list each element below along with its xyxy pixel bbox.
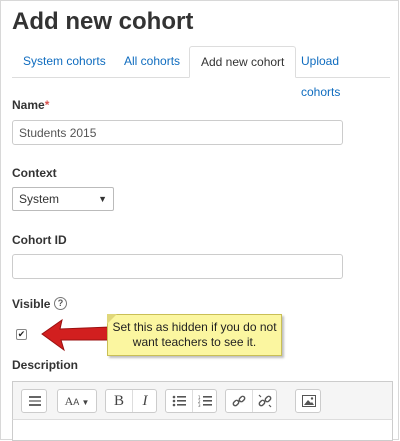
context-selected-value: System xyxy=(19,192,60,206)
name-input[interactable] xyxy=(12,120,343,145)
callout-line-2: want teachers to see it. xyxy=(132,335,257,349)
link-icon[interactable] xyxy=(226,390,252,412)
required-marker: * xyxy=(44,98,50,112)
name-label: Name xyxy=(12,98,45,112)
image-icon[interactable] xyxy=(296,390,322,412)
context-label: Context xyxy=(12,166,57,180)
editor-toolbar: AA ▼ B I 1 2 3 xyxy=(12,381,393,419)
unordered-list-icon[interactable] xyxy=(166,390,192,412)
chevron-down-icon: ▼ xyxy=(98,194,107,204)
visible-label: Visible xyxy=(12,297,51,311)
italic-icon[interactable]: I xyxy=(132,390,158,412)
tab-system-cohorts[interactable]: System cohorts xyxy=(12,46,117,77)
unlink-icon[interactable] xyxy=(252,390,278,412)
tab-all-cohorts[interactable]: All cohorts xyxy=(113,46,191,77)
callout-note: Set this as hidden if you do not want te… xyxy=(107,314,282,356)
svg-text:3: 3 xyxy=(198,403,201,407)
callout-line-1: Set this as hidden if you do not xyxy=(112,320,277,334)
chevron-down-icon: ▼ xyxy=(79,398,90,407)
page-title: Add new cohort xyxy=(12,8,194,35)
tab-bar: System cohorts All cohorts Add new cohor… xyxy=(12,46,390,99)
tab-upload-cohorts[interactable]: Upload cohorts xyxy=(290,46,390,99)
toolbar-group-lists: 1 2 3 xyxy=(165,389,217,413)
font-style-icon[interactable]: AA ▼ xyxy=(58,390,96,412)
callout-fold xyxy=(107,314,117,324)
ordered-list-icon[interactable]: 1 2 3 xyxy=(192,390,218,412)
font-label: A xyxy=(64,394,74,408)
name-label-row: Name* xyxy=(12,98,49,112)
toolbar-group-links xyxy=(225,389,277,413)
toolbar-group-toggle xyxy=(21,389,47,413)
tab-add-new-cohort[interactable]: Add new cohort xyxy=(189,46,297,78)
help-icon[interactable]: ? xyxy=(54,297,67,310)
context-select[interactable]: System ▼ xyxy=(12,187,114,211)
toolbar-group-font: AA ▼ xyxy=(57,389,97,413)
toolbar-group-media xyxy=(295,389,321,413)
bold-icon[interactable]: B xyxy=(106,390,132,412)
description-editor[interactable] xyxy=(12,419,393,441)
visible-checkbox[interactable]: ✔ xyxy=(16,329,27,340)
cohort-id-label: Cohort ID xyxy=(12,233,67,247)
callout-arrow-icon xyxy=(41,318,111,352)
toolbar-toggle-icon[interactable] xyxy=(22,390,48,412)
description-label: Description xyxy=(12,358,79,372)
toolbar-group-format: B I xyxy=(105,389,157,413)
cohort-id-input[interactable] xyxy=(12,254,343,279)
